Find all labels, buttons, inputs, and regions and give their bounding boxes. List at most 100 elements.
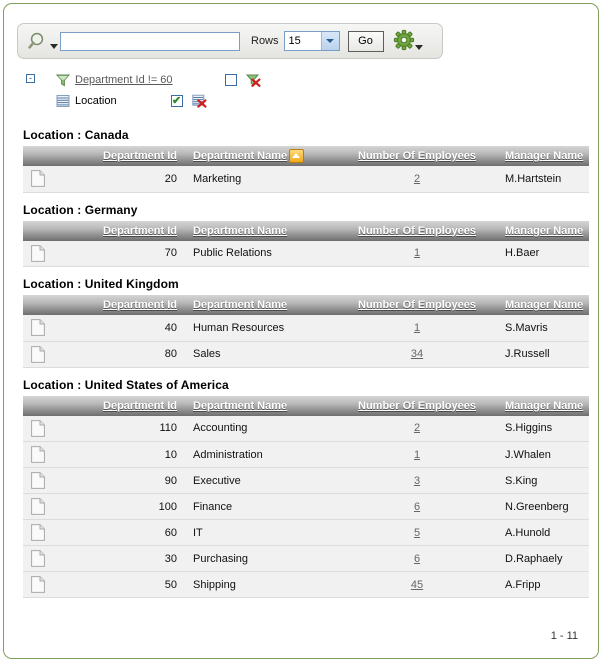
- column-header-label[interactable]: Number Of Employees: [358, 150, 476, 162]
- column-header-label[interactable]: Number Of Employees: [358, 299, 476, 311]
- row-detail-button[interactable]: [23, 545, 67, 572]
- column-header-label[interactable]: Manager Name: [505, 299, 583, 311]
- header-row-actions: [23, 220, 67, 241]
- cell-department-name: Marketing: [185, 166, 337, 193]
- column-header-manager-name[interactable]: Manager Name: [497, 395, 589, 416]
- cell-department-name: Purchasing: [185, 545, 337, 572]
- column-header-label[interactable]: Department Name: [193, 225, 287, 237]
- report-group: Location : United Kingdom Department Id De…: [23, 277, 589, 368]
- column-header-label[interactable]: Department Id: [103, 225, 177, 237]
- controls-collapse-toggle[interactable]: -: [26, 74, 35, 83]
- column-header-label[interactable]: Department Id: [103, 400, 177, 412]
- column-header-manager-name[interactable]: Manager Name: [497, 146, 589, 166]
- search-toolbar: Rows 15 Go: [17, 23, 443, 59]
- employees-count-link[interactable]: 45: [411, 579, 423, 591]
- row-detail-button[interactable]: [23, 166, 67, 193]
- row-detail-button[interactable]: [23, 341, 67, 368]
- header-row-actions: [23, 295, 67, 315]
- employees-count-link[interactable]: 3: [414, 475, 420, 487]
- group-break-title: Location : Canada: [23, 128, 129, 142]
- row-detail-button[interactable]: [23, 315, 67, 342]
- remove-control-break-icon[interactable]: [191, 94, 209, 108]
- search-input[interactable]: [60, 31, 240, 51]
- report-page-frame: Rows 15 Go - Department Id != 60 Locatio…: [3, 3, 599, 659]
- table-row: 10 Administration 1 J.Whalen: [23, 441, 589, 468]
- row-detail-button[interactable]: [23, 519, 67, 546]
- row-detail-button[interactable]: [23, 571, 67, 598]
- cell-department-name: Administration: [185, 441, 337, 468]
- cell-manager-name: N.Greenberg: [497, 493, 589, 520]
- row-detail-button[interactable]: [23, 467, 67, 494]
- employees-count-link[interactable]: 2: [414, 422, 420, 434]
- remove-filter-icon[interactable]: [245, 73, 263, 87]
- column-header-department-id[interactable]: Department Id: [67, 295, 185, 315]
- table-header-row: Department Id Department Name Number Of Em…: [23, 395, 589, 416]
- column-header-label[interactable]: Number Of Employees: [358, 225, 476, 237]
- column-header-label[interactable]: Department Name: [193, 299, 287, 311]
- column-header-manager-name[interactable]: Manager Name: [497, 295, 589, 315]
- sort-ascending-icon: [289, 149, 305, 163]
- employees-count-link[interactable]: 34: [411, 348, 423, 360]
- document-icon: [31, 319, 45, 337]
- column-header-label[interactable]: Department Name: [193, 400, 287, 412]
- cell-department-id: 30: [67, 545, 185, 572]
- cell-department-id: 10: [67, 441, 185, 468]
- column-header-manager-name[interactable]: Manager Name: [497, 220, 589, 241]
- column-header-department-name[interactable]: Department Name: [185, 295, 337, 315]
- cell-manager-name: J.Russell: [497, 341, 589, 368]
- column-header-department-id[interactable]: Department Id: [67, 395, 185, 416]
- column-header-department-id[interactable]: Department Id: [67, 146, 185, 166]
- row-detail-button[interactable]: [23, 415, 67, 442]
- row-detail-button[interactable]: [23, 240, 67, 267]
- cell-number-of-employees: 1: [337, 441, 497, 468]
- rows-select[interactable]: 15: [283, 31, 340, 51]
- column-header-label[interactable]: Department Id: [103, 299, 177, 311]
- go-button[interactable]: Go: [347, 30, 384, 52]
- row-detail-button[interactable]: [23, 493, 67, 520]
- cell-number-of-employees: 1: [337, 315, 497, 342]
- cell-department-name: Shipping: [185, 571, 337, 598]
- column-header-number-of-employees[interactable]: Number Of Employees: [337, 146, 497, 166]
- column-header-number-of-employees[interactable]: Number Of Employees: [337, 395, 497, 416]
- employees-count-link[interactable]: 6: [414, 553, 420, 565]
- column-header-label[interactable]: Department Name: [193, 150, 287, 162]
- column-header-label[interactable]: Number Of Employees: [358, 400, 476, 412]
- row-detail-button[interactable]: [23, 441, 67, 468]
- column-header-department-name[interactable]: Department Name: [185, 146, 337, 166]
- report-table: Department Id Department Name Number Of Em…: [23, 295, 589, 368]
- cell-department-name: IT: [185, 519, 337, 546]
- column-header-label[interactable]: Department Id: [103, 150, 177, 162]
- employees-count-link[interactable]: 1: [414, 322, 420, 334]
- check-icon: ✔: [171, 95, 182, 107]
- cell-number-of-employees: 2: [337, 166, 497, 193]
- magnifier-icon: [28, 31, 50, 51]
- cell-department-id: 50: [67, 571, 185, 598]
- filter-enable-checkbox[interactable]: [224, 74, 237, 86]
- column-header-department-name[interactable]: Department Name: [185, 220, 337, 241]
- control-item-break: Location ✔: [54, 91, 209, 111]
- cell-department-id: 110: [67, 415, 185, 442]
- cell-manager-name: S.King: [497, 467, 589, 494]
- cell-department-name: Sales: [185, 341, 337, 368]
- column-header-label[interactable]: Manager Name: [505, 150, 583, 162]
- filter-condition-label[interactable]: Department Id != 60: [75, 74, 173, 86]
- column-header-number-of-employees[interactable]: Number Of Employees: [337, 220, 497, 241]
- employees-count-link[interactable]: 2: [414, 173, 420, 185]
- column-header-number-of-employees[interactable]: Number Of Employees: [337, 295, 497, 315]
- column-header-label[interactable]: Manager Name: [505, 400, 583, 412]
- cell-department-name: Human Resources: [185, 315, 337, 342]
- actions-menu-button[interactable]: [393, 29, 423, 53]
- search-menu-button[interactable]: [18, 31, 60, 51]
- employees-count-link[interactable]: 5: [414, 527, 420, 539]
- employees-count-link[interactable]: 1: [414, 449, 420, 461]
- pagination-range: 1 - 11: [550, 630, 578, 642]
- column-header-label[interactable]: Manager Name: [505, 225, 583, 237]
- cell-manager-name: S.Mavris: [497, 315, 589, 342]
- column-header-department-id[interactable]: Department Id: [67, 220, 185, 241]
- column-header-department-name[interactable]: Department Name: [185, 395, 337, 416]
- employees-count-link[interactable]: 6: [414, 501, 420, 513]
- cell-manager-name: A.Fripp: [497, 571, 589, 598]
- employees-count-link[interactable]: 1: [414, 247, 420, 259]
- cell-manager-name: H.Baer: [497, 240, 589, 267]
- control-break-enable-checkbox[interactable]: ✔: [170, 95, 183, 107]
